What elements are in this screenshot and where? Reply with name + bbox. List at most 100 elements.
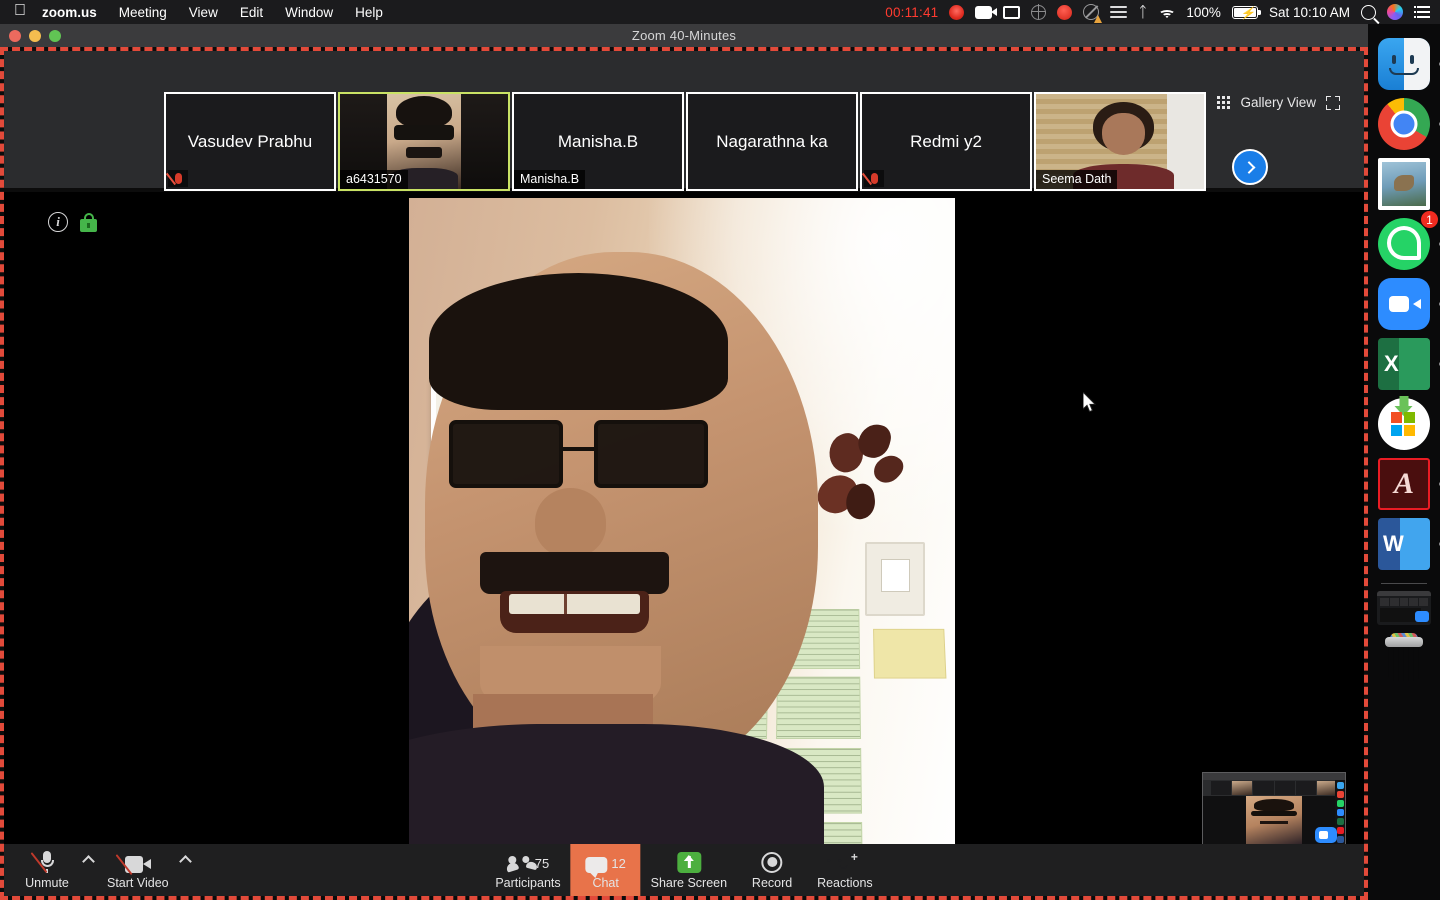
audio-options-chevron-icon[interactable]	[82, 854, 95, 868]
participant-name: Vasudev Prabhu	[187, 131, 313, 151]
globe-icon[interactable]	[1030, 3, 1047, 20]
participants-button[interactable]: 75 Participants	[485, 844, 570, 896]
record-button[interactable]: Record	[737, 844, 807, 896]
dock-item-chrome[interactable]	[1373, 94, 1440, 154]
active-speaker-video[interactable]	[409, 198, 955, 872]
info-icon[interactable]: i	[48, 212, 68, 232]
start-video-label: Start Video	[107, 876, 169, 890]
dock-divider	[1381, 583, 1427, 584]
participant-thumbnail-vasudev-prabhu[interactable]: Vasudev Prabhu	[164, 92, 336, 191]
traffic-light-buttons	[9, 29, 61, 42]
dock-item-photos[interactable]	[1373, 154, 1435, 214]
video-options-chevron-icon[interactable]	[178, 854, 192, 868]
eyeglasses	[448, 420, 709, 489]
screen-share-icon[interactable]	[1003, 5, 1021, 19]
thumbnail-list: Vasudev Prabhu a6431570 Manisha.B Manish…	[164, 92, 1208, 191]
menu-item-zoomus[interactable]: zoom.us	[42, 5, 97, 20]
word-icon: W	[1378, 518, 1430, 570]
participants-icon: 75	[505, 849, 550, 873]
meeting-timer: 00:11:41	[885, 4, 939, 20]
bluetooth-icon[interactable]: ᛏ	[1138, 5, 1147, 20]
gallery-view-label: Gallery View	[1240, 95, 1316, 110]
dock-item-whatsapp[interactable]: 1	[1373, 210, 1440, 274]
wifi-icon[interactable]	[1158, 6, 1176, 19]
unmute-button[interactable]: Unmute	[12, 845, 82, 895]
battery-charging-icon[interactable]: ⚡	[1231, 5, 1261, 20]
maximize-button[interactable]	[49, 29, 61, 42]
zoom-app-icon	[1378, 278, 1430, 330]
zoom-meeting-window: Zoom 40-Minutes Vasudev Prabhu a6431570	[0, 24, 1368, 900]
participant-thumbnail-nagarathna-ka[interactable]: Nagarathna ka	[686, 92, 858, 191]
muted-mic-icon	[168, 170, 188, 187]
chat-button[interactable]: 12 Chat	[570, 844, 641, 896]
dock-item-trash[interactable]	[1373, 625, 1435, 681]
minimize-button[interactable]	[29, 29, 41, 42]
record-circle-icon	[761, 849, 783, 873]
participant-thumbnail-manisha-b[interactable]: Manisha.B Manisha.B	[512, 92, 684, 191]
pip-filmstrip	[1203, 780, 1345, 796]
light-switch	[864, 541, 925, 616]
record-indicator-icon[interactable]	[949, 4, 965, 20]
participant-thumbnail-a6431570[interactable]: a6431570	[338, 92, 510, 191]
window-title: Zoom 40-Minutes	[631, 28, 737, 43]
zoom-camera-icon[interactable]	[975, 5, 998, 19]
control-center-icon[interactable]	[1414, 5, 1430, 19]
window-title-bar: Zoom 40-Minutes	[0, 24, 1368, 47]
reactions-label: Reactions	[817, 876, 873, 890]
menu-item-meeting[interactable]: Meeting	[119, 5, 167, 20]
share-screen-label: Share Screen	[650, 876, 728, 890]
red-dot-icon[interactable]	[1057, 4, 1073, 20]
fullscreen-icon[interactable]	[1326, 95, 1340, 110]
chrome-icon	[1378, 98, 1430, 150]
start-video-button[interactable]: Start Video	[97, 845, 179, 895]
unmute-label: Unmute	[25, 876, 69, 890]
pip-main-video	[1245, 796, 1303, 845]
battery-percent: 100%	[1186, 4, 1221, 20]
participant-thumbnail-redmi-y2[interactable]: Redmi y2	[860, 92, 1032, 191]
search-icon[interactable]	[1361, 4, 1376, 20]
zoom-minimized-window	[1377, 591, 1431, 625]
finder-icon	[1378, 38, 1430, 90]
dock-item-office-installer[interactable]	[1373, 394, 1435, 454]
stack-icon[interactable]	[1110, 5, 1128, 19]
chat-count: 12	[611, 856, 626, 871]
menu-item-help[interactable]: Help	[355, 5, 383, 20]
reactions-button[interactable]: + Reactions	[807, 844, 883, 896]
dock-item-word[interactable]: W	[1373, 514, 1440, 574]
participant-name: Redmi y2	[910, 131, 982, 151]
acrobat-icon: A	[1378, 458, 1430, 510]
siri-icon[interactable]	[1387, 4, 1403, 20]
menu-item-view[interactable]: View	[189, 5, 218, 20]
dock-item-excel[interactable]: X	[1373, 334, 1440, 394]
meeting-status-row: i	[48, 212, 97, 232]
office-installer-icon	[1378, 396, 1430, 450]
do-not-disturb-icon[interactable]	[1083, 4, 1103, 23]
apple-logo-icon[interactable]: 	[14, 3, 26, 19]
participant-thumbnail-seema-dath[interactable]: Seema Dath	[1034, 92, 1206, 191]
menubar-clock[interactable]: Sat 10:10 AM	[1269, 5, 1350, 20]
main-video-stage: i	[4, 192, 1364, 872]
microphone-muted-icon	[30, 849, 54, 874]
dock-item-finder[interactable]	[1373, 34, 1440, 94]
participant-filmstrip: Vasudev Prabhu a6431570 Manisha.B Manish…	[4, 51, 1364, 191]
gallery-view-control[interactable]: Gallery View	[1216, 95, 1340, 110]
dock-item-minimized-zoom[interactable]	[1373, 591, 1435, 625]
menu-item-edit[interactable]: Edit	[240, 5, 263, 20]
reactions-smiley-icon: +	[834, 849, 858, 873]
next-page-button[interactable]	[1232, 149, 1268, 185]
macos-menu-bar:  zoom.us Meeting View Edit Window Help …	[0, 0, 1440, 24]
dock-item-zoom[interactable]	[1373, 274, 1440, 334]
participants-count: 75	[534, 856, 550, 871]
toolbar-center-group: 75 Participants 12 Chat Share Screen Rec…	[485, 844, 882, 896]
excel-icon: X	[1378, 338, 1430, 390]
record-label: Record	[751, 876, 793, 890]
whatsapp-badge: 1	[1420, 210, 1439, 229]
photos-stamp-icon	[1378, 158, 1430, 210]
share-screen-icon	[676, 849, 701, 873]
menu-item-window[interactable]: Window	[285, 5, 333, 20]
share-screen-button[interactable]: Share Screen	[641, 844, 737, 896]
close-button[interactable]	[9, 29, 21, 42]
grid-icon	[1216, 95, 1231, 110]
green-lock-icon[interactable]	[80, 212, 97, 232]
dock-item-acrobat[interactable]: A	[1373, 454, 1440, 514]
